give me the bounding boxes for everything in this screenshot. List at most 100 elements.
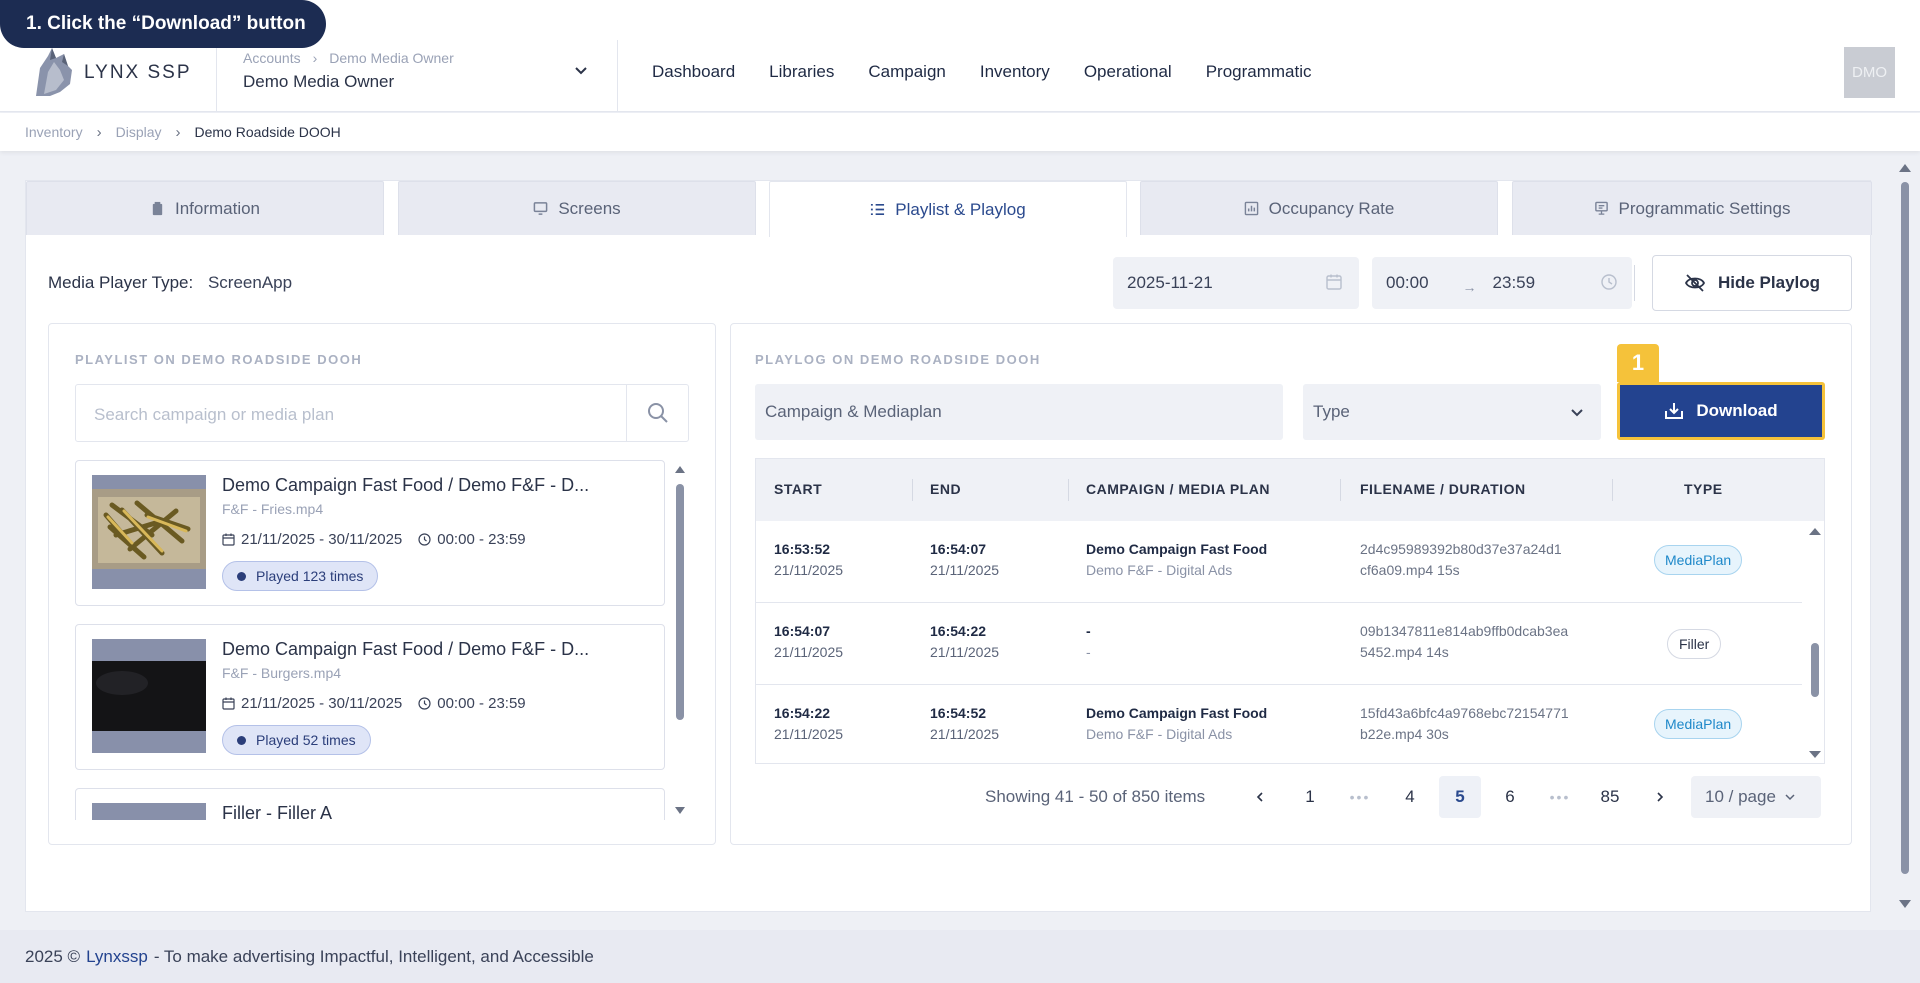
step-tooltip: 1. Click the “Download” button	[0, 0, 326, 48]
playlist-item[interactable]: Filler - Filler A	[75, 788, 665, 820]
end-date: 21/11/2025	[930, 726, 1000, 742]
type-badge-filler: Filler	[1667, 629, 1722, 659]
chevron-down-icon[interactable]	[573, 62, 589, 78]
end-date: 21/11/2025	[930, 644, 1000, 660]
playlist-list: Demo Campaign Fast Food / Demo F&F - D..…	[75, 460, 665, 820]
column-divider	[1340, 479, 1341, 501]
played-count: Played 52 times	[256, 732, 356, 748]
breadcrumb-inventory[interactable]: Inventory	[25, 124, 83, 140]
playlist-item[interactable]: Demo Campaign Fast Food / Demo F&F - D..…	[75, 460, 665, 606]
hide-playlog-label: Hide Playlog	[1717, 273, 1821, 292]
col-end[interactable]: END	[930, 481, 961, 497]
type-badge-mediaplan: MediaPlan	[1654, 709, 1743, 739]
played-count-badge: Played 123 times	[222, 561, 379, 591]
type-select-value: Type	[1313, 402, 1350, 421]
filename-line-2: 5452.mp4 14s	[1360, 644, 1449, 660]
start-time: 16:54:22	[774, 705, 831, 721]
playlist-item-file: F&F - Fries.mp4	[222, 501, 324, 517]
search-input[interactable]: Search campaign or media plan	[94, 405, 334, 425]
page-ellipsis-prev[interactable]: •••	[1339, 776, 1381, 818]
col-type[interactable]: TYPE	[1684, 481, 1723, 497]
table-row[interactable]: 16:54:22 21/11/2025 16:54:52 21/11/2025 …	[756, 685, 1802, 763]
account-switcher[interactable]: Accounts › Demo Media Owner Demo Media O…	[216, 40, 618, 112]
nav-programmatic[interactable]: Programmatic	[1206, 62, 1312, 82]
brand-name: LYNX SSP	[84, 62, 192, 83]
download-button[interactable]: Download	[1617, 382, 1825, 440]
arrow-right-icon: →	[1462, 279, 1477, 295]
campaign-mediaplan-filter[interactable]: Campaign & Mediaplan	[755, 384, 1283, 440]
step-highlight-badge: 1	[1617, 344, 1659, 382]
account-breadcrumb-root[interactable]: Accounts	[243, 50, 301, 66]
filename-line-2: b22e.mp4 30s	[1360, 726, 1449, 742]
table-row[interactable]: 16:53:52 21/11/2025 16:54:07 21/11/2025 …	[756, 521, 1802, 603]
breadcrumb-current: Demo Roadside DOOH	[194, 124, 341, 140]
video-thumbnail	[92, 475, 206, 589]
search-button[interactable]	[626, 385, 688, 441]
tab-screens[interactable]: Screens	[398, 181, 756, 235]
account-breadcrumb-owner[interactable]: Demo Media Owner	[329, 50, 454, 66]
playlist-item-schedule: 21/11/2025 - 30/11/2025 00:00 - 23:59	[222, 695, 526, 712]
footer-link[interactable]: Lynxssp	[86, 947, 148, 967]
table-row[interactable]: 16:54:07 21/11/2025 16:54:22 21/11/2025 …	[756, 603, 1802, 685]
media-plan-name: Demo F&F - Digital Ads	[1086, 726, 1233, 742]
chevron-right-icon: ›	[96, 123, 102, 141]
playlist-item[interactable]: Demo Campaign Fast Food / Demo F&F - D..…	[75, 624, 665, 770]
status-dot	[237, 735, 246, 745]
played-count-badge: Played 52 times	[222, 725, 371, 755]
cell-start: 16:54:07 21/11/2025	[774, 621, 843, 663]
breadcrumb-display[interactable]: Display	[116, 124, 162, 140]
avatar[interactable]: DMO	[1844, 47, 1895, 98]
col-campaign[interactable]: CAMPAIGN / MEDIA PLAN	[1086, 481, 1270, 497]
nav-inventory[interactable]: Inventory	[980, 62, 1050, 82]
playlist-item-title: Filler - Filler A	[222, 803, 333, 820]
page-1[interactable]: 1	[1289, 776, 1331, 818]
page-85[interactable]: 85	[1589, 776, 1631, 818]
nav-campaign[interactable]: Campaign	[868, 62, 946, 82]
type-select[interactable]: Type	[1303, 384, 1601, 440]
filename-line-1: 15fd43a6bfc4a9768ebc72154771	[1360, 705, 1569, 721]
chevron-down-icon	[1785, 794, 1795, 801]
calendar-icon	[222, 697, 235, 710]
page-4[interactable]: 4	[1389, 776, 1431, 818]
tab-information[interactable]: Information	[26, 181, 384, 235]
cell-start: 16:53:52 21/11/2025	[774, 539, 843, 581]
playlist-item-file: F&F - Burgers.mp4	[222, 665, 342, 681]
tab-occupancy-rate[interactable]: Occupancy Rate	[1140, 181, 1498, 235]
nav-libraries[interactable]: Libraries	[769, 62, 834, 82]
page-ellipsis-next[interactable]: •••	[1539, 776, 1581, 818]
playlist-item-dates: 21/11/2025 - 30/11/2025	[241, 695, 403, 712]
playlist-item-time: 00:00 - 23:59	[437, 695, 526, 712]
prev-page-button[interactable]	[1239, 776, 1281, 818]
hide-playlog-button[interactable]: Hide Playlog	[1652, 255, 1852, 311]
status-dot	[237, 571, 246, 581]
col-start[interactable]: START	[774, 481, 822, 497]
time-range-picker[interactable]: 00:00 → 23:59	[1372, 257, 1632, 309]
chevron-left-icon	[1256, 792, 1263, 802]
date-value: 2025-11-21	[1127, 273, 1213, 292]
download-label: Download	[1696, 401, 1778, 420]
page-size-select[interactable]: 10 / page	[1691, 776, 1821, 818]
tab-programmatic-settings[interactable]: Programmatic Settings	[1512, 181, 1872, 235]
page-scrollbar[interactable]	[1896, 158, 1914, 914]
playlist-scrollbar[interactable]	[673, 460, 687, 820]
end-time: 16:54:22	[930, 623, 987, 639]
table-scrollbar[interactable]	[1806, 523, 1824, 763]
start-date: 21/11/2025	[774, 562, 844, 578]
media-plan-name: Demo F&F - Digital Ads	[1086, 562, 1233, 578]
start-time: 16:53:52	[774, 541, 831, 557]
page-5[interactable]: 5	[1439, 776, 1481, 818]
footer-year: 2025 ©	[25, 946, 81, 966]
filename-line-1: 09b1347811e814ab9ffb0dcab3ea	[1360, 623, 1569, 639]
nav-dashboard[interactable]: Dashboard	[652, 62, 735, 82]
tab-label: Occupancy Rate	[1268, 198, 1395, 218]
brand-logo[interactable]: LYNX SSP	[30, 48, 192, 98]
clock-icon	[418, 533, 431, 546]
date-picker[interactable]: 2025-11-21	[1113, 257, 1359, 309]
cell-filename: 2d4c95989392b80d37e37a24d1 cf6a09.mp4 15…	[1360, 539, 1562, 581]
page-6[interactable]: 6	[1489, 776, 1531, 818]
col-filename[interactable]: FILENAME / DURATION	[1360, 481, 1526, 497]
next-page-button[interactable]	[1639, 776, 1681, 818]
nav-operational[interactable]: Operational	[1084, 62, 1172, 82]
tab-playlist-playlog[interactable]: Playlist & Playlog	[769, 181, 1127, 237]
end-time: 16:54:07	[930, 541, 987, 557]
